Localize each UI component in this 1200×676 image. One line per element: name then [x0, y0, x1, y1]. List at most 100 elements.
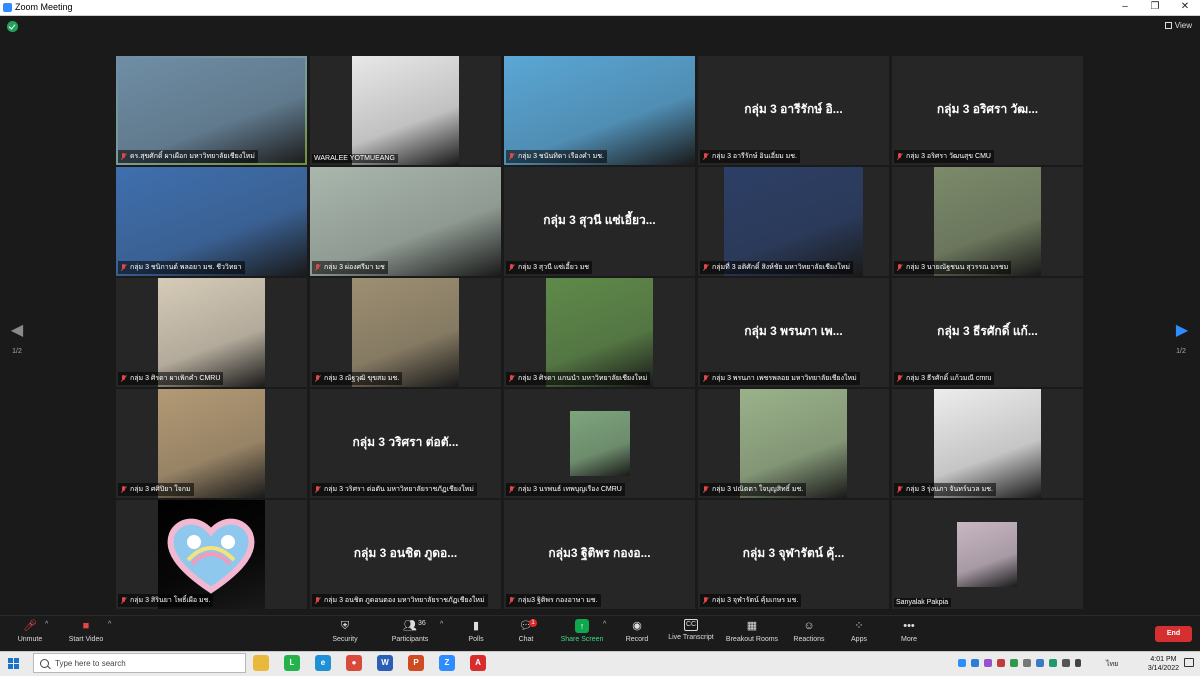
security-tray-icon[interactable]	[1023, 659, 1031, 667]
participants-icon: 👥︎	[403, 620, 417, 632]
participant-tile[interactable]: กลุ่ม 3 ณัฐวุฒิ ขุขสม มช.	[310, 278, 501, 387]
participant-tile[interactable]: กลุ่ม 3 วริศรา ต่อตั... กลุ่ม 3 วริศรา ต่…	[310, 389, 501, 498]
line-taskbar-icon[interactable]: L	[284, 655, 300, 671]
security-button[interactable]: ⛨ Security	[315, 619, 375, 643]
participant-name-label: กลุ่ม 3 รุ่งนภา จันทร์นวล มช.	[894, 483, 996, 496]
participant-tile[interactable]: กลุ่ม 3 อริศรา วัฒ... กลุ่ม 3 อริศรา วัฒน…	[892, 56, 1083, 165]
word-taskbar-icon[interactable]: W	[377, 655, 393, 671]
participant-tile[interactable]: กลุ่ม 3 ชนันทิดา เรืองคำ มช.	[504, 56, 695, 165]
participant-name: กลุ่ม3 ฐิติพร กองอาษา มช.	[518, 597, 598, 604]
participant-tile[interactable]: กลุ่มที่ 3 อติศักดิ์ สิงห์ชัย มหาวิทยาลั…	[698, 167, 889, 276]
acrobat-taskbar-icon[interactable]: A	[470, 655, 486, 671]
participant-tile[interactable]: กลุ่ม 3 จุฬารัตน์ คุ้... กลุ่ม 3 จุฬารัตน…	[698, 500, 889, 609]
participant-tile[interactable]: กลุ่ม 3 ศิรดา แกนนำ มหาวิทยาลัยเชียงใหม่	[504, 278, 695, 387]
participant-tile[interactable]: กลุ่ม 3 นายณัฐชนน สุวรรณ มรชม	[892, 167, 1083, 276]
taskbar-search-box[interactable]: Type here to search	[33, 653, 246, 673]
close-button[interactable]: ✕	[1178, 1, 1192, 13]
input-language-indicator[interactable]: ไทย	[1106, 659, 1118, 670]
onedrive-tray-icon[interactable]	[1036, 659, 1044, 667]
next-page-arrow[interactable]: ▶	[1175, 322, 1189, 340]
apps-icon: ⁘	[854, 620, 864, 632]
participant-tile[interactable]: กลุ่ม 3 ธีรศักดิ์ แก้... กลุ่ม 3 ธีรศักดิ…	[892, 278, 1083, 387]
chat-button[interactable]: 💬︎ 1 Chat	[496, 619, 556, 643]
record-button[interactable]: ◉ Record	[607, 619, 667, 643]
video-off-icon: ■	[82, 620, 90, 632]
participant-name-label: กลุ่ม 3 อริศรา วัฒนสุข CMU	[894, 150, 994, 163]
bluetooth-tray-icon[interactable]	[958, 659, 966, 667]
participants-button[interactable]: 👥︎ 36 Participants ^	[380, 619, 444, 643]
taskbar-clock[interactable]: 4:01 PM 3/14/2022	[1148, 655, 1179, 673]
participant-tile[interactable]: กลุ่ม 3 อนชิต ภูดอ... กลุ่ม 3 อนชิต ภูดอน…	[310, 500, 501, 609]
breakout-rooms-button[interactable]: ▦ Breakout Rooms	[722, 619, 782, 643]
participants-caret-icon[interactable]: ^	[440, 621, 443, 628]
participant-tile[interactable]: กลุ่ม 3 นรพนธ์ เทพบุญเรือง CMRU	[504, 389, 695, 498]
participant-tile[interactable]: กลุ่ม3 ฐิติพร กองอ... กลุ่ม3 ฐิติพร กองอา…	[504, 500, 695, 609]
participant-display-name: กลุ่ม 3 อารีรักษ์ อิ...	[744, 101, 843, 116]
participant-tile[interactable]: กลุ่ม 3 รุ่งนภา จันทร์นวล มช.	[892, 389, 1083, 498]
participant-display-name: กลุ่ม 3 สุวนี แซ่เอี้ยว...	[543, 212, 656, 227]
muted-mic-icon	[702, 597, 709, 604]
muted-mic-icon	[120, 486, 127, 493]
zoom-taskbar-icon[interactable]: Z	[439, 655, 455, 671]
participant-tile[interactable]: กลุ่ม 3 ศศิปิยา ใจกม	[116, 389, 307, 498]
participant-tile[interactable]: กลุ่ม 3 ศิรดา ผาเพิกคำ CMRU	[116, 278, 307, 387]
share-screen-button[interactable]: ↑ Share Screen ^	[552, 619, 612, 643]
participant-video	[957, 522, 1017, 587]
line-tray-icon[interactable]	[1010, 659, 1018, 667]
search-placeholder: Type here to search	[55, 659, 126, 668]
share-options-caret-icon[interactable]: ^	[603, 621, 606, 628]
view-label: View	[1174, 21, 1192, 30]
video-options-caret-icon[interactable]: ^	[108, 621, 111, 628]
participant-name: กลุ่ม 3 นายณัฐชนน สุวรรณ มรชม	[906, 264, 1009, 271]
participant-name: กลุ่ม 3 นรพนธ์ เทพบุญเรือง CMRU	[518, 486, 622, 493]
edge-taskbar-icon[interactable]: e	[315, 655, 331, 671]
participant-name-label: WARALEE YOTMUEANG	[312, 154, 398, 163]
muted-mic-icon	[120, 375, 127, 382]
participant-video	[310, 167, 501, 276]
zoom-tray-icon[interactable]	[971, 659, 979, 667]
participant-tile[interactable]: กลุ่ม 3 พรนภา เพ... กลุ่ม 3 พรนภา เพชรพลอ…	[698, 278, 889, 387]
maximize-button[interactable]: ❐	[1148, 1, 1162, 13]
participant-tile[interactable]: กลุ่ม 3 ชนิกานต์ พลอยา มช. ชีววิทยา	[116, 167, 307, 276]
muted-mic-icon	[120, 153, 127, 160]
participant-tile[interactable]: กลุ่ม 3 สิรินยา โพธิ์เผือ มช.	[116, 500, 307, 609]
participant-tile[interactable]: ดร.สุขศักดิ์ ผาเผือก มหาวิทยาลัยเชียงใหม…	[116, 56, 307, 165]
participant-tile[interactable]: กลุ่ม 3 ผ่องศรีมา มช	[310, 167, 501, 276]
minimize-button[interactable]: –	[1118, 1, 1132, 13]
notifications-icon[interactable]	[1184, 658, 1194, 667]
muted-mic-icon	[508, 486, 515, 493]
participant-name-label: กลุ่ม3 ฐิติพร กองอาษา มช.	[506, 594, 601, 607]
encryption-shield-icon[interactable]	[7, 21, 18, 32]
participant-name-label: กลุ่ม 3 สุวนี แซ่เอี้ยว มช	[506, 261, 593, 274]
file-explorer-taskbar-icon[interactable]	[253, 655, 269, 671]
participant-video	[740, 389, 847, 498]
participant-tile[interactable]: กลุ่ม 3 อารีรักษ์ อิ... กลุ่ม 3 อารีรักษ์…	[698, 56, 889, 165]
participant-tile[interactable]: Sanyalak Pakpia	[892, 500, 1083, 609]
participant-tile[interactable]: กลุ่ม 3 สุวนี แซ่เอี้ยว... กลุ่ม 3 สุวนี …	[504, 167, 695, 276]
speaker-volume-icon[interactable]	[1075, 659, 1081, 667]
participant-name: กลุ่ม 3 อารีรักษ์ อินเอี่ยม มช.	[712, 153, 797, 160]
muted-mic-icon	[508, 375, 515, 382]
participant-video	[158, 500, 265, 609]
unmute-button[interactable]: 🎤︎ Unmute ^	[0, 619, 60, 643]
powerpoint-taskbar-icon[interactable]: P	[408, 655, 424, 671]
heart-icon	[167, 518, 255, 594]
microphone-tray-icon[interactable]	[1062, 659, 1070, 667]
view-button[interactable]: View	[1164, 21, 1192, 30]
start-video-button[interactable]: ■ Start Video ^	[56, 619, 116, 643]
audio-options-caret-icon[interactable]: ^	[45, 621, 48, 628]
participant-name: กลุ่ม 3 อริศรา วัฒนสุข CMU	[906, 153, 991, 160]
network-tray-icon[interactable]	[1049, 659, 1057, 667]
chrome-taskbar-icon[interactable]: ●	[346, 655, 362, 671]
onenote-tray-icon[interactable]	[984, 659, 992, 667]
participant-video	[158, 278, 265, 387]
participant-tile[interactable]: กลุ่ม 3 ปณิตตา ใจบุญสิทธิ์ มช.	[698, 389, 889, 498]
live-transcript-button[interactable]: CC Live Transcript	[661, 619, 721, 641]
more-button[interactable]: ••• More	[879, 619, 939, 643]
chat-label: Chat	[518, 636, 534, 643]
end-meeting-button[interactable]: End	[1155, 626, 1192, 642]
participant-tile[interactable]: WARALEE YOTMUEANG	[310, 56, 501, 165]
antivirus-tray-icon[interactable]	[997, 659, 1005, 667]
windows-start-button[interactable]	[8, 658, 19, 669]
previous-page-arrow[interactable]: ◀	[10, 322, 24, 340]
